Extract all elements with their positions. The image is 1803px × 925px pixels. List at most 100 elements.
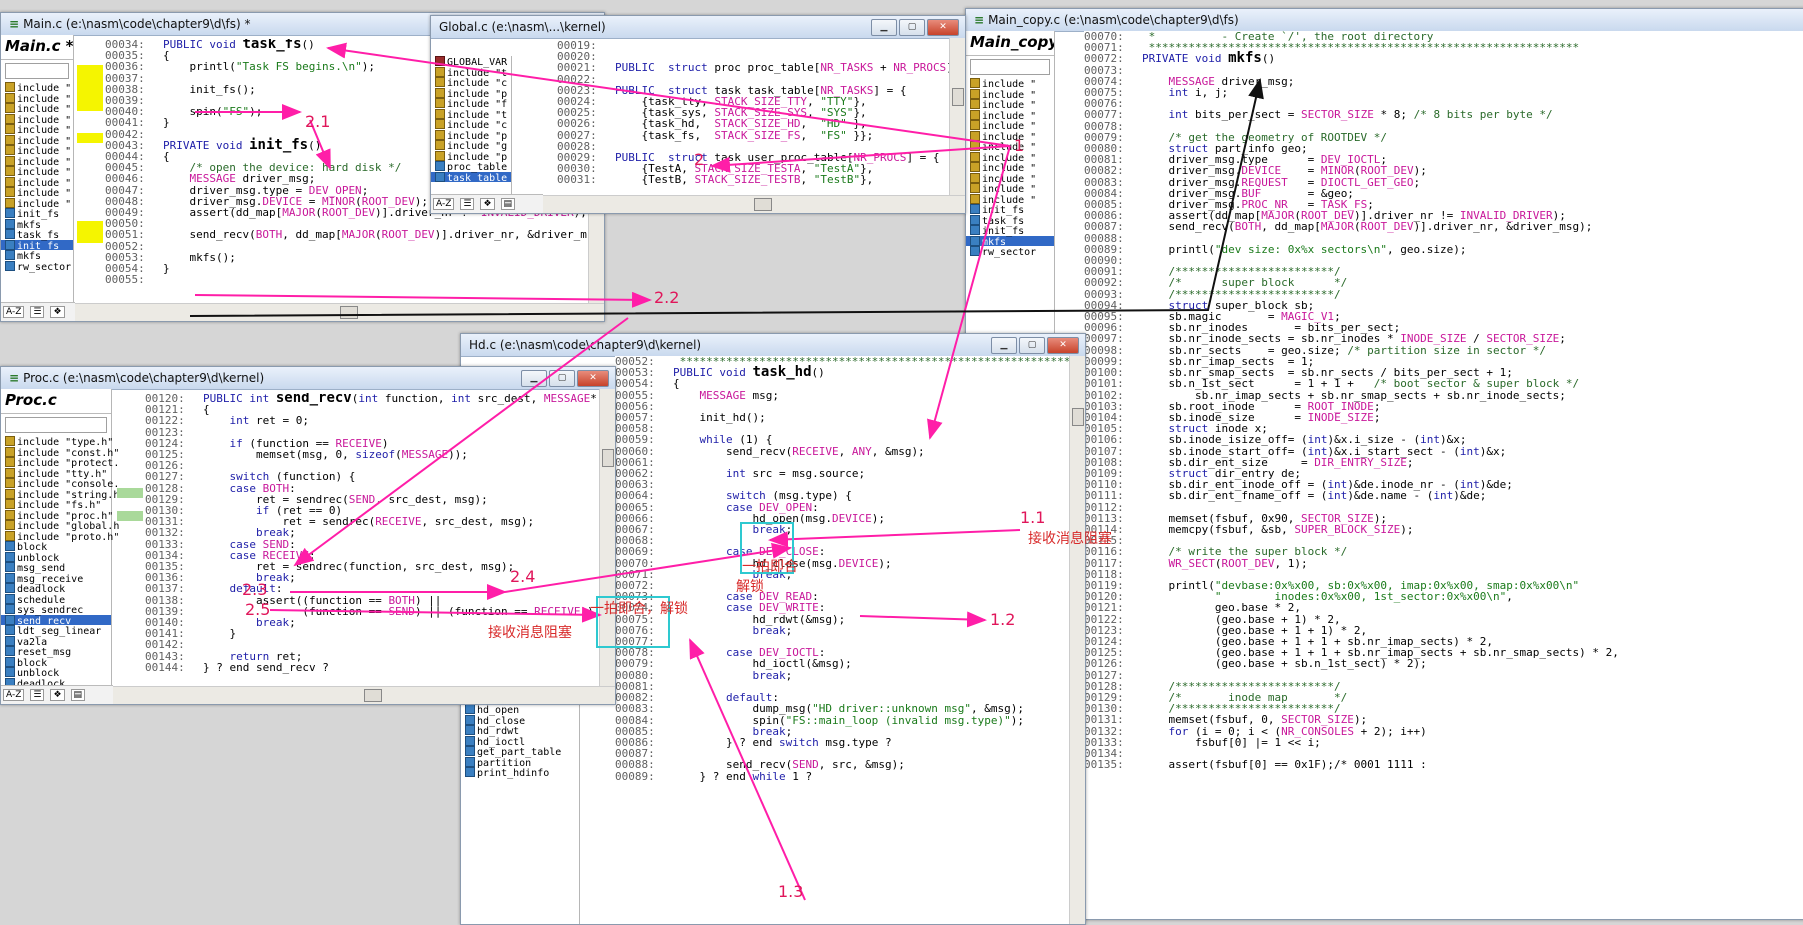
code-line[interactable]: 00135: assert(fsbuf[0] == 0x1F);/* 0001 …: [1084, 759, 1803, 770]
symbol-item[interactable]: GLOBAL_VAR: [431, 56, 511, 68]
symbol-item[interactable]: mkfs: [966, 235, 1054, 247]
code-editor[interactable]: 00120: PUBLIC int send_recv(int function,…: [145, 393, 599, 686]
code-line[interactable]: 00019:: [557, 40, 949, 51]
symbol-item[interactable]: sys_sendrec: [1, 604, 111, 616]
symbol-item[interactable]: include "p: [431, 87, 511, 99]
categories-icon[interactable]: ❖: [50, 689, 65, 701]
symbol-item[interactable]: init_fs: [966, 225, 1054, 237]
horizontal-scrollbar[interactable]: [75, 303, 604, 321]
code-line[interactable]: 00117: WR_SECT(ROOT_DEV, 1);: [1084, 557, 1803, 568]
symbol-item[interactable]: block: [1, 656, 111, 668]
symbol-item[interactable]: hd_close: [461, 714, 579, 726]
categories-icon[interactable]: ❖: [480, 198, 495, 210]
symbol-item[interactable]: include ": [1, 92, 73, 104]
symbol-item[interactable]: include ": [1, 187, 73, 199]
symbol-item[interactable]: proc_table: [431, 161, 511, 173]
code-line[interactable]: 00057: init_hd();: [615, 412, 1069, 423]
symbol-item[interactable]: rw_sector: [966, 246, 1054, 258]
symbol-item[interactable]: hd_ioctl: [461, 735, 579, 747]
code-line[interactable]: 00114: memcpy(fsbuf, &sb, SUPER_BLOCK_SI…: [1084, 524, 1803, 535]
symbol-item[interactable]: include ": [1, 197, 73, 209]
vertical-scrollbar[interactable]: [1069, 356, 1085, 924]
symbol-item[interactable]: print_hdinfo: [461, 767, 579, 779]
code-line[interactable]: 00120: PUBLIC int send_recv(int function,…: [145, 393, 599, 405]
symbol-item[interactable]: ldt_seg_linear: [1, 625, 111, 637]
code-line[interactable]: 00075: int i, j;: [1084, 87, 1803, 98]
code-line[interactable]: 00055: MESSAGE msg;: [615, 389, 1069, 400]
symbol-item[interactable]: include ": [1, 82, 73, 94]
symbol-item[interactable]: include ": [966, 141, 1054, 153]
main-copy-titlebar[interactable]: ≡ Main_copy.c (e:\nasm\code\chapter9\d\fs…: [966, 9, 1803, 32]
symbol-item[interactable]: include ": [1, 155, 73, 167]
symbol-item[interactable]: send_recv: [1, 614, 111, 626]
list-view-icon[interactable]: ☰: [460, 198, 475, 210]
symbol-item[interactable]: include "string.h: [1, 488, 119, 500]
code-line[interactable]: 00086: } ? end switch msg.type ?: [615, 737, 1069, 748]
symbol-item[interactable]: include ": [1, 145, 73, 157]
symbol-item[interactable]: rw_sector: [1, 260, 73, 272]
list-view-icon[interactable]: ☰: [30, 689, 45, 701]
code-line[interactable]: 00080: break;: [615, 669, 1069, 680]
symbol-item[interactable]: msg_receive: [1, 572, 111, 584]
code-line[interactable]: 00122: int ret = 0;: [145, 415, 599, 426]
code-line[interactable]: 00062: int src = msg.source;: [615, 468, 1069, 479]
symbol-item[interactable]: include "t: [431, 66, 511, 78]
symbol-item[interactable]: include "f: [431, 98, 511, 110]
code-line[interactable]: 00054:}: [105, 263, 588, 274]
code-line[interactable]: 00111: sb.dir_ent_fname_off = (int)&de.n…: [1084, 490, 1803, 501]
symbol-item[interactable]: include ": [1, 113, 73, 125]
symbol-item[interactable]: include "p: [431, 129, 511, 141]
symbol-item[interactable]: deadlock: [1, 583, 111, 595]
symbol-item[interactable]: include "type.h": [1, 436, 113, 448]
list-view-icon[interactable]: ☰: [30, 306, 45, 318]
symbol-item[interactable]: msg_send: [1, 562, 111, 574]
code-line[interactable]: 00027: {task_fs, STACK_SIZE_FS, "FS" }};: [557, 129, 949, 140]
proc-c-titlebar[interactable]: ≡ Proc.c (e:\nasm\code\chapter9\d\kernel)…: [1, 367, 615, 390]
symbol-item[interactable]: va2la: [1, 635, 111, 647]
maximize-button[interactable]: ▢: [899, 19, 925, 36]
symbol-item[interactable]: task_table: [431, 171, 511, 183]
symbol-item[interactable]: include ": [966, 109, 1054, 121]
code-line[interactable]: 00077: int bits_per_sect = SECTOR_SIZE *…: [1084, 109, 1803, 120]
symbol-item[interactable]: include ": [966, 120, 1054, 132]
symbol-item[interactable]: init_fs: [966, 204, 1054, 216]
code-line[interactable]: 00060: send_recv(RECEIVE, ANY, &msg);: [615, 445, 1069, 456]
symbol-search-input[interactable]: [5, 63, 69, 79]
maximize-button[interactable]: ▢: [549, 370, 575, 387]
symbol-item[interactable]: include ": [1, 103, 73, 115]
hd-c-titlebar[interactable]: Hd.c (e:\nasm\code\chapter9\d\kernel) ▁ ▢…: [461, 334, 1085, 357]
symbol-item[interactable]: include ": [966, 172, 1054, 184]
symbol-item[interactable]: mkfs: [1, 218, 73, 230]
symbol-item[interactable]: task_fs: [966, 214, 1054, 226]
categories-icon[interactable]: ❖: [50, 306, 65, 318]
close-button[interactable]: ✕: [1047, 337, 1079, 354]
symbol-item[interactable]: include ": [966, 193, 1054, 205]
code-line[interactable]: 00055:: [105, 274, 588, 285]
symbol-item[interactable]: include ": [966, 162, 1054, 174]
code-line[interactable]: 00031: {TestB, STACK_SIZE_TESTB, "TestB"…: [557, 174, 949, 185]
symbol-item[interactable]: include ": [1, 176, 73, 188]
symbol-item[interactable]: mkfs: [1, 250, 73, 262]
symbol-item[interactable]: include "proc.h": [1, 509, 113, 521]
vertical-scrollbar[interactable]: [949, 38, 965, 195]
code-line[interactable]: 00053: mkfs();: [105, 252, 588, 263]
symbol-search-input[interactable]: [970, 59, 1050, 75]
symbol-item[interactable]: include ": [966, 151, 1054, 163]
code-line[interactable]: 00089: } ? end while 1 ?: [615, 770, 1069, 781]
symbol-item[interactable]: unblock: [1, 667, 111, 679]
code-line[interactable]: 00072: PRIVATE void mkfs(): [1084, 51, 1803, 65]
symbol-item[interactable]: task_fs: [1, 229, 73, 241]
book-icon[interactable]: ▤: [500, 198, 516, 210]
code-editor[interactable]: 00019: 00020: 00021: PUBLIC struct proc pro…: [557, 40, 949, 195]
code-editor[interactable]: 00052: *********************************…: [615, 356, 1069, 924]
symbol-item[interactable]: include "t: [431, 108, 511, 120]
symbol-item[interactable]: reset_msg: [1, 646, 111, 658]
code-line[interactable]: 00053: PUBLIC void task_hd(): [615, 365, 1069, 379]
symbol-item[interactable]: include "c: [431, 119, 511, 131]
code-line[interactable]: 00071: break;: [615, 569, 1069, 580]
symbol-item[interactable]: include ": [1, 166, 73, 178]
sort-az-button[interactable]: A-Z: [3, 306, 25, 318]
close-button[interactable]: ✕: [577, 370, 609, 387]
symbol-item[interactable]: include "proto.h": [1, 530, 119, 542]
symbol-item[interactable]: hd_open: [461, 704, 579, 716]
